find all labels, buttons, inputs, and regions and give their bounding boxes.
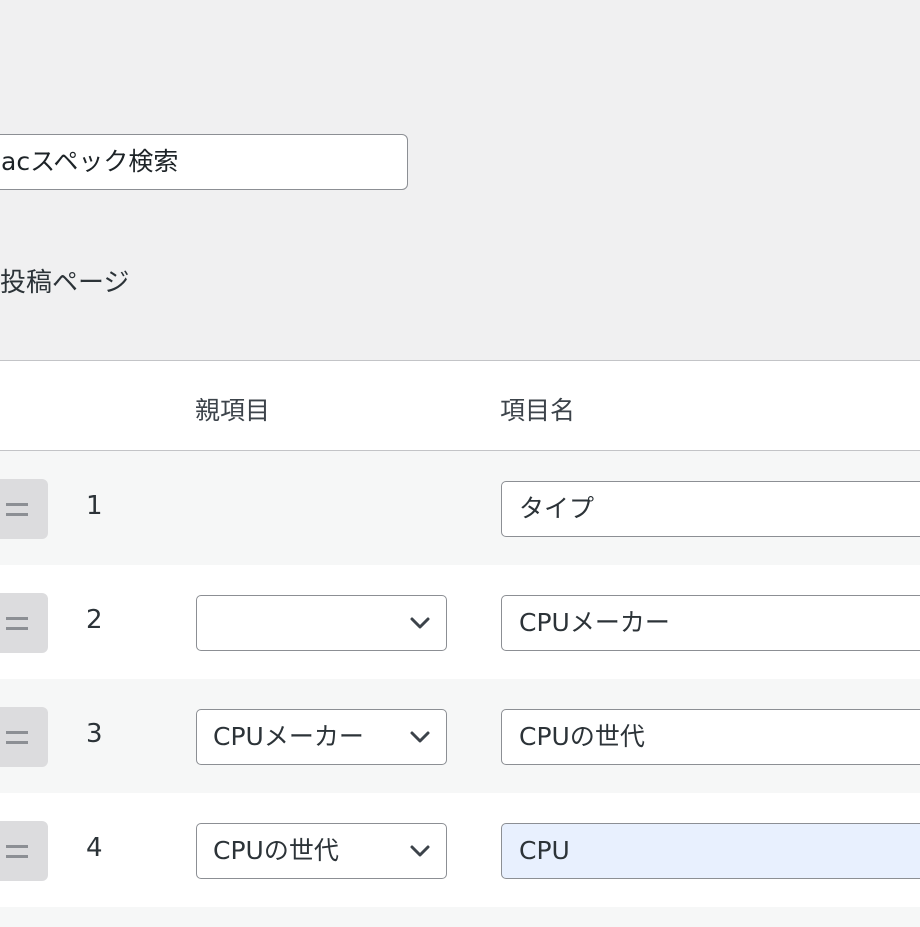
header-parent: 親項目 <box>195 396 271 425</box>
chevron-down-icon <box>410 731 430 743</box>
row-number: 1 <box>86 491 103 521</box>
parent-select-value: CPUの世代 <box>213 836 339 865</box>
title-input[interactable]: acスペック検索 <box>0 134 408 190</box>
table-row: 3 CPUメーカー CPUの世代 <box>0 679 920 793</box>
drag-handle-icon[interactable] <box>0 479 48 539</box>
header-name: 項目名 <box>500 396 576 425</box>
chevron-down-icon <box>410 617 430 629</box>
row-number: 4 <box>86 833 103 863</box>
target-label: 投稿ページ <box>0 268 130 298</box>
parent-select[interactable] <box>196 595 447 651</box>
item-name-field[interactable]: CPU <box>501 823 920 879</box>
table-row-partial <box>0 907 920 927</box>
table-row: 2 CPUメーカー <box>0 565 920 679</box>
items-table: 親項目 項目名 1 タイプ 2 CPUメーカー 3 CPUメーカー CPUの世代… <box>0 360 920 927</box>
chevron-down-icon <box>410 845 430 857</box>
item-name-field[interactable]: タイプ <box>501 481 920 537</box>
row-number: 3 <box>86 719 103 749</box>
drag-handle-icon[interactable] <box>0 593 48 653</box>
table-header: 親項目 項目名 <box>0 361 920 451</box>
parent-select-value: CPUメーカー <box>213 722 364 751</box>
table-row: 4 CPUの世代 CPU <box>0 793 920 907</box>
item-name-field[interactable]: CPUメーカー <box>501 595 920 651</box>
drag-handle-icon[interactable] <box>0 707 48 767</box>
row-number: 2 <box>86 605 103 635</box>
parent-select[interactable]: CPUの世代 <box>196 823 447 879</box>
drag-handle-icon[interactable] <box>0 821 48 881</box>
table-row: 1 タイプ <box>0 451 920 565</box>
parent-select[interactable]: CPUメーカー <box>196 709 447 765</box>
item-name-field[interactable]: CPUの世代 <box>501 709 920 765</box>
